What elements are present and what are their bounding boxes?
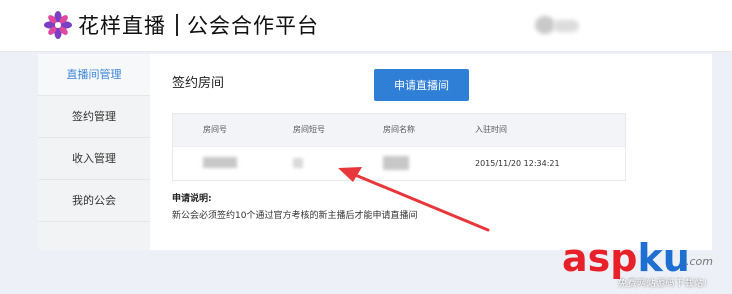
- sidebar-item-income-management[interactable]: 收入管理: [38, 138, 150, 180]
- apply-live-room-button[interactable]: 申请直播间: [374, 69, 469, 101]
- brand-name: 花样直播: [78, 14, 166, 38]
- cell-join-time: 2015/11/20 12:34:21: [475, 159, 560, 168]
- application-note: 申请说明: 新公会必须签约10个通过官方考核的新主播后才能申请直播间: [172, 191, 417, 221]
- user-avatar-blurred[interactable]: [535, 16, 581, 34]
- table-row[interactable]: 2015/11/20 12:34:21: [173, 146, 625, 180]
- redacted-room-number: [203, 157, 237, 168]
- column-header-join-time: 入驻时间: [475, 125, 507, 134]
- top-header: 花样直播 公会合作平台: [0, 0, 732, 52]
- platform-name: 公会合作平台: [187, 14, 319, 38]
- cell-short-number: [239, 157, 329, 170]
- sidebar-item-contract-management[interactable]: 签约管理: [38, 96, 150, 138]
- column-header-short-number: 房间短号: [293, 125, 325, 134]
- sidebar-item-live-room-management[interactable]: 直播间管理: [38, 54, 150, 96]
- redacted-short-number: [293, 157, 303, 168]
- watermark-com: .com: [686, 255, 713, 268]
- sidebar-item-my-guild[interactable]: 我的公会: [38, 180, 150, 222]
- watermark-subtitle: 免费网站源码下载站!: [618, 279, 708, 289]
- site-watermark: aspku .com 免费网站源码下载站!: [558, 236, 732, 294]
- column-header-room-number: 房间号: [203, 125, 227, 134]
- table-header: 房间号 房间短号 房间名称 入驻时间: [173, 114, 625, 146]
- brand[interactable]: 花样直播 公会合作平台: [44, 10, 319, 40]
- cell-room-number: [173, 157, 239, 170]
- room-table: 房间号 房间短号 房间名称 入驻时间 2015/11/20 12:34:21: [172, 113, 626, 181]
- main-panel: 签约房间 申请直播间 房间号 房间短号 房间名称 入驻时间 2015/11/20…: [150, 54, 712, 250]
- cell-room-name: [329, 155, 419, 172]
- brand-divider: [176, 14, 178, 36]
- sidebar: 直播间管理 签约管理 收入管理 我的公会: [38, 54, 150, 250]
- note-title: 申请说明:: [172, 194, 212, 204]
- note-text: 新公会必须签约10个通过官方考核的新主播后才能申请直播间: [172, 211, 418, 221]
- redacted-room-name: [383, 155, 409, 170]
- watermark-logo: aspku: [562, 236, 690, 280]
- flower-logo-icon: [44, 11, 72, 39]
- column-header-room-name: 房间名称: [383, 125, 415, 134]
- page-title: 签约房间: [172, 76, 225, 91]
